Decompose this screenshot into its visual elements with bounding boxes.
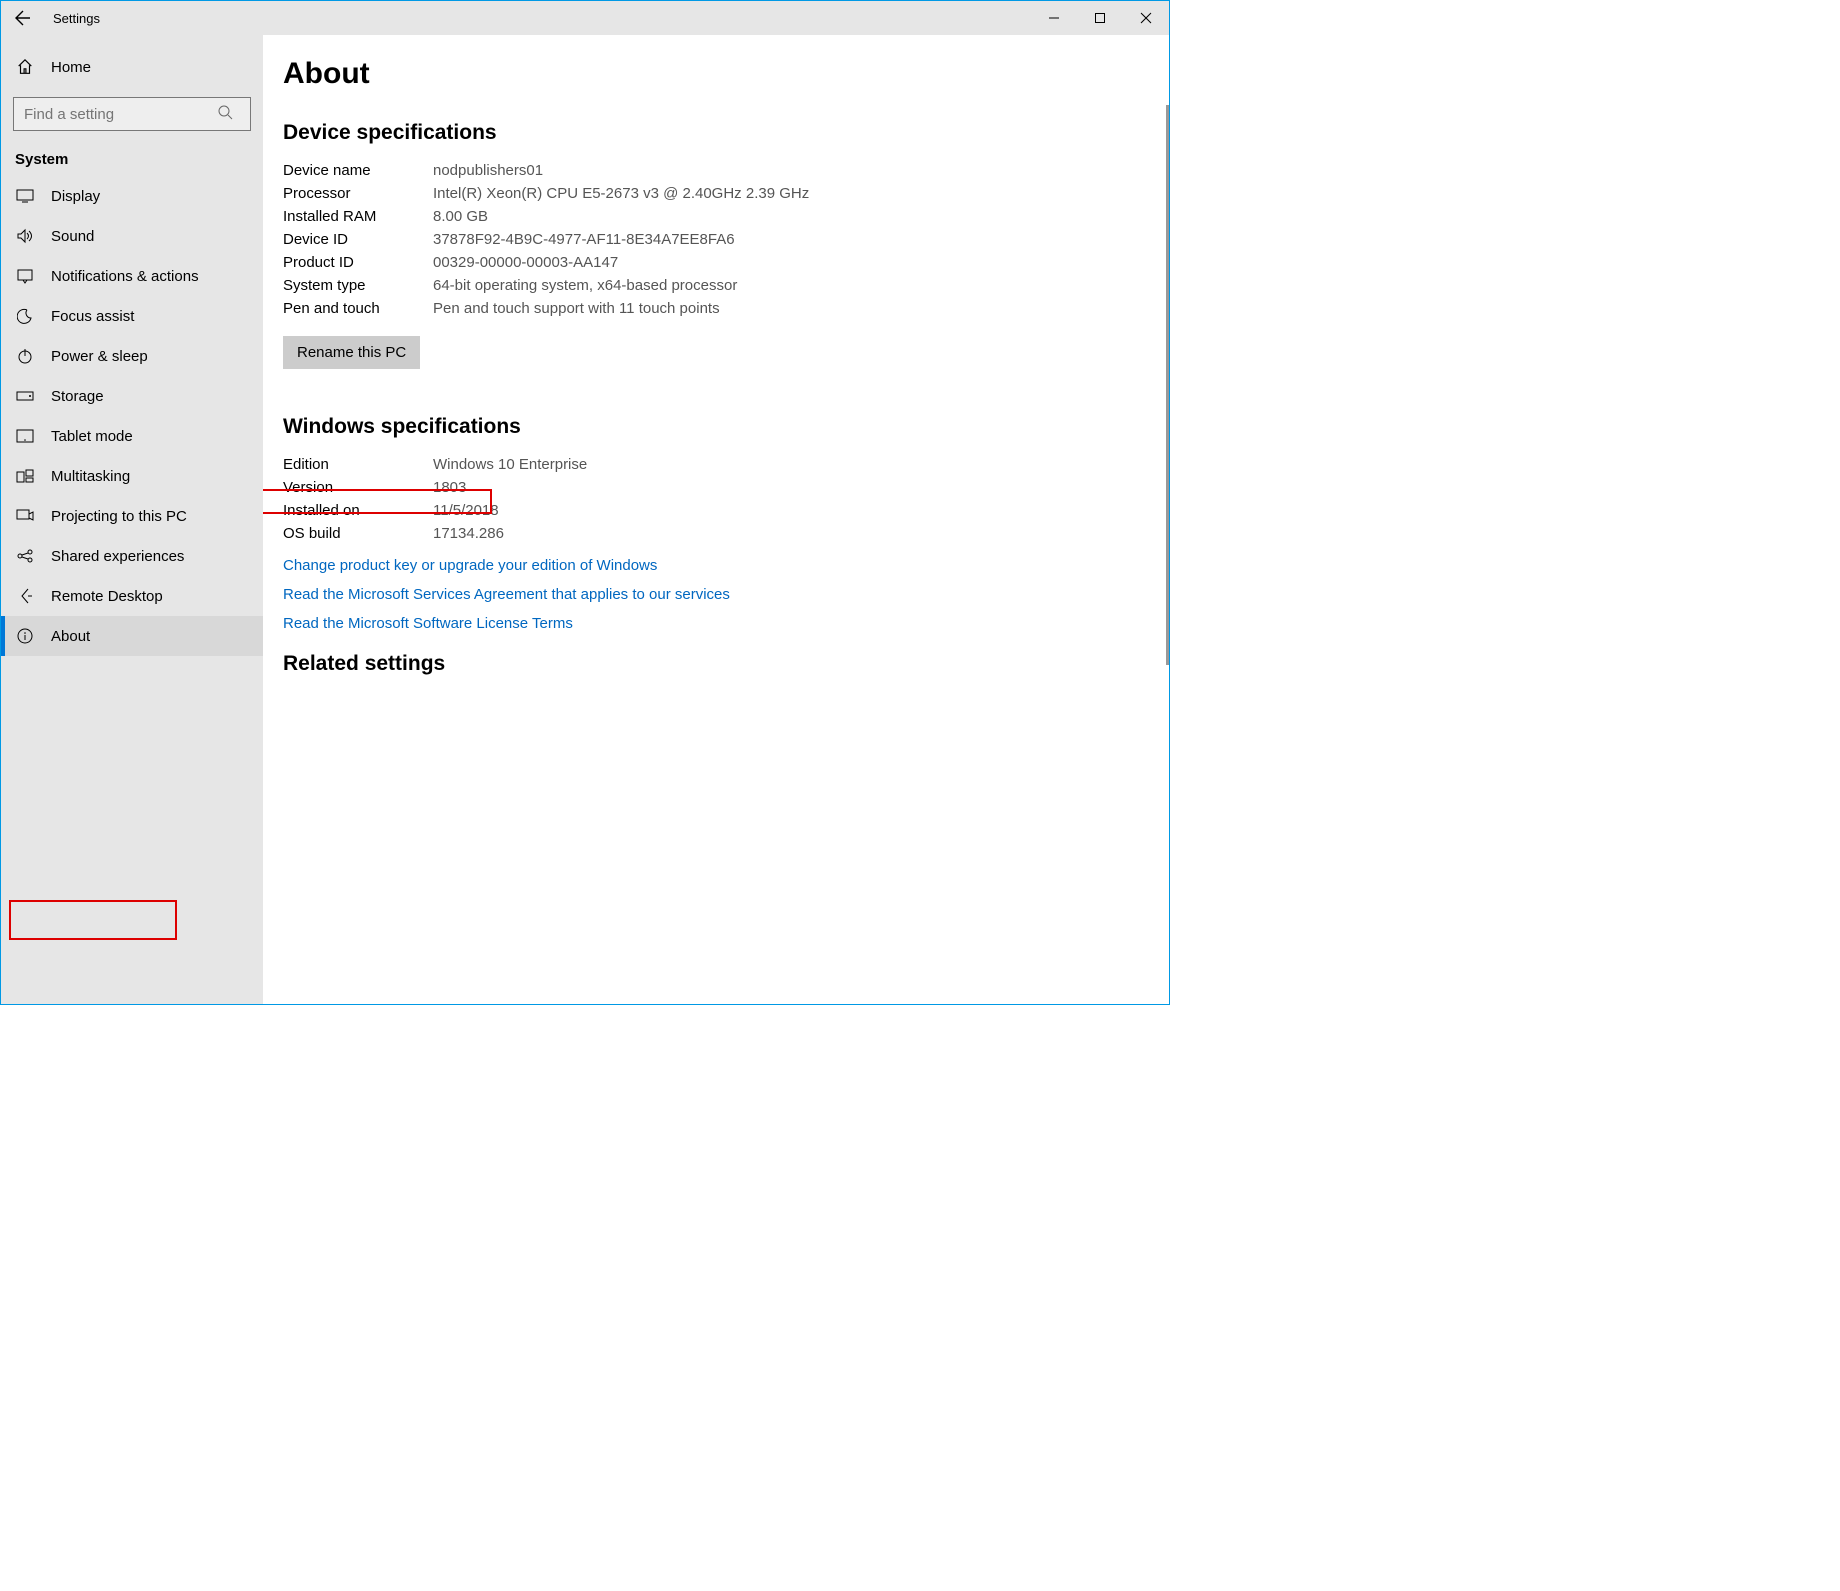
spec-device-name: Device namenodpublishers01 (283, 159, 1149, 182)
nav-label: Focus assist (51, 308, 134, 325)
projecting-icon (15, 506, 35, 526)
spec-processor: ProcessorIntel(R) Xeon(R) CPU E5-2673 v3… (283, 182, 1149, 205)
moon-icon (15, 306, 35, 326)
sound-icon (15, 226, 35, 246)
back-button[interactable] (1, 1, 45, 35)
windows-spec-header: Windows specifications (283, 415, 1149, 439)
spec-device-id: Device ID37878F92-4B9C-4977-AF11-8E34A7E… (283, 228, 1149, 251)
nav-label: Power & sleep (51, 348, 148, 365)
maximize-button[interactable] (1077, 1, 1123, 35)
spec-installed-on: Installed on11/5/2018 (283, 499, 1149, 522)
nav-label: Sound (51, 228, 94, 245)
spec-ram: Installed RAM8.00 GB (283, 205, 1149, 228)
page-title: About (283, 57, 1149, 91)
sidebar-item-sound[interactable]: Sound (1, 216, 263, 256)
search-icon (217, 104, 233, 124)
remote-icon (15, 586, 35, 606)
titlebar: Settings (1, 1, 1169, 35)
sidebar-item-notifications[interactable]: Notifications & actions (1, 256, 263, 296)
device-spec-header: Device specifications (283, 121, 1149, 145)
close-button[interactable] (1123, 1, 1169, 35)
sidebar-item-display[interactable]: Display (1, 176, 263, 216)
link-product-key[interactable]: Change product key or upgrade your editi… (283, 557, 1149, 574)
nav-label: Display (51, 188, 100, 205)
scrollbar[interactable] (1166, 105, 1169, 665)
nav-label: Notifications & actions (51, 268, 199, 285)
spec-pen-touch: Pen and touchPen and touch support with … (283, 297, 1149, 320)
rename-pc-button[interactable]: Rename this PC (283, 336, 420, 369)
sidebar-item-about[interactable]: About (1, 616, 263, 656)
search-input[interactable] (13, 97, 251, 131)
display-icon (15, 186, 35, 206)
related-settings-header: Related settings (283, 652, 1149, 676)
category-header: System (1, 141, 263, 176)
nav-label: Remote Desktop (51, 588, 163, 605)
home-icon (15, 57, 35, 77)
spec-product-id: Product ID00329-00000-00003-AA147 (283, 251, 1149, 274)
sidebar-item-projecting[interactable]: Projecting to this PC (1, 496, 263, 536)
nav-label: Projecting to this PC (51, 508, 187, 525)
tablet-icon (15, 426, 35, 446)
minimize-button[interactable] (1031, 1, 1077, 35)
sidebar-item-storage[interactable]: Storage (1, 376, 263, 416)
link-license-terms[interactable]: Read the Microsoft Software License Term… (283, 615, 1149, 632)
home-nav[interactable]: Home (1, 47, 263, 87)
multitasking-icon (15, 466, 35, 486)
nav-label: Tablet mode (51, 428, 133, 445)
spec-edition: EditionWindows 10 Enterprise (283, 453, 1149, 476)
sidebar-item-focus-assist[interactable]: Focus assist (1, 296, 263, 336)
info-icon (15, 626, 35, 646)
shared-icon (15, 546, 35, 566)
window-title: Settings (45, 11, 100, 26)
storage-icon (15, 386, 35, 406)
power-icon (15, 346, 35, 366)
nav-label: Storage (51, 388, 104, 405)
nav-label: About (51, 628, 90, 645)
spec-os-build: OS build17134.286 (283, 522, 1149, 545)
spec-version: Version1803 (283, 476, 1149, 499)
home-label: Home (51, 59, 91, 76)
spec-system-type: System type64-bit operating system, x64-… (283, 274, 1149, 297)
sidebar-item-tablet[interactable]: Tablet mode (1, 416, 263, 456)
sidebar-item-shared[interactable]: Shared experiences (1, 536, 263, 576)
content-pane: About Device specifications Device namen… (263, 35, 1169, 1004)
sidebar-item-multitasking[interactable]: Multitasking (1, 456, 263, 496)
nav-label: Multitasking (51, 468, 130, 485)
sidebar-item-power[interactable]: Power & sleep (1, 336, 263, 376)
link-services-agreement[interactable]: Read the Microsoft Services Agreement th… (283, 586, 1149, 603)
nav-label: Shared experiences (51, 548, 184, 565)
sidebar-item-remote[interactable]: Remote Desktop (1, 576, 263, 616)
notifications-icon (15, 266, 35, 286)
sidebar: Home System Display Sound Notifications … (1, 35, 263, 1004)
